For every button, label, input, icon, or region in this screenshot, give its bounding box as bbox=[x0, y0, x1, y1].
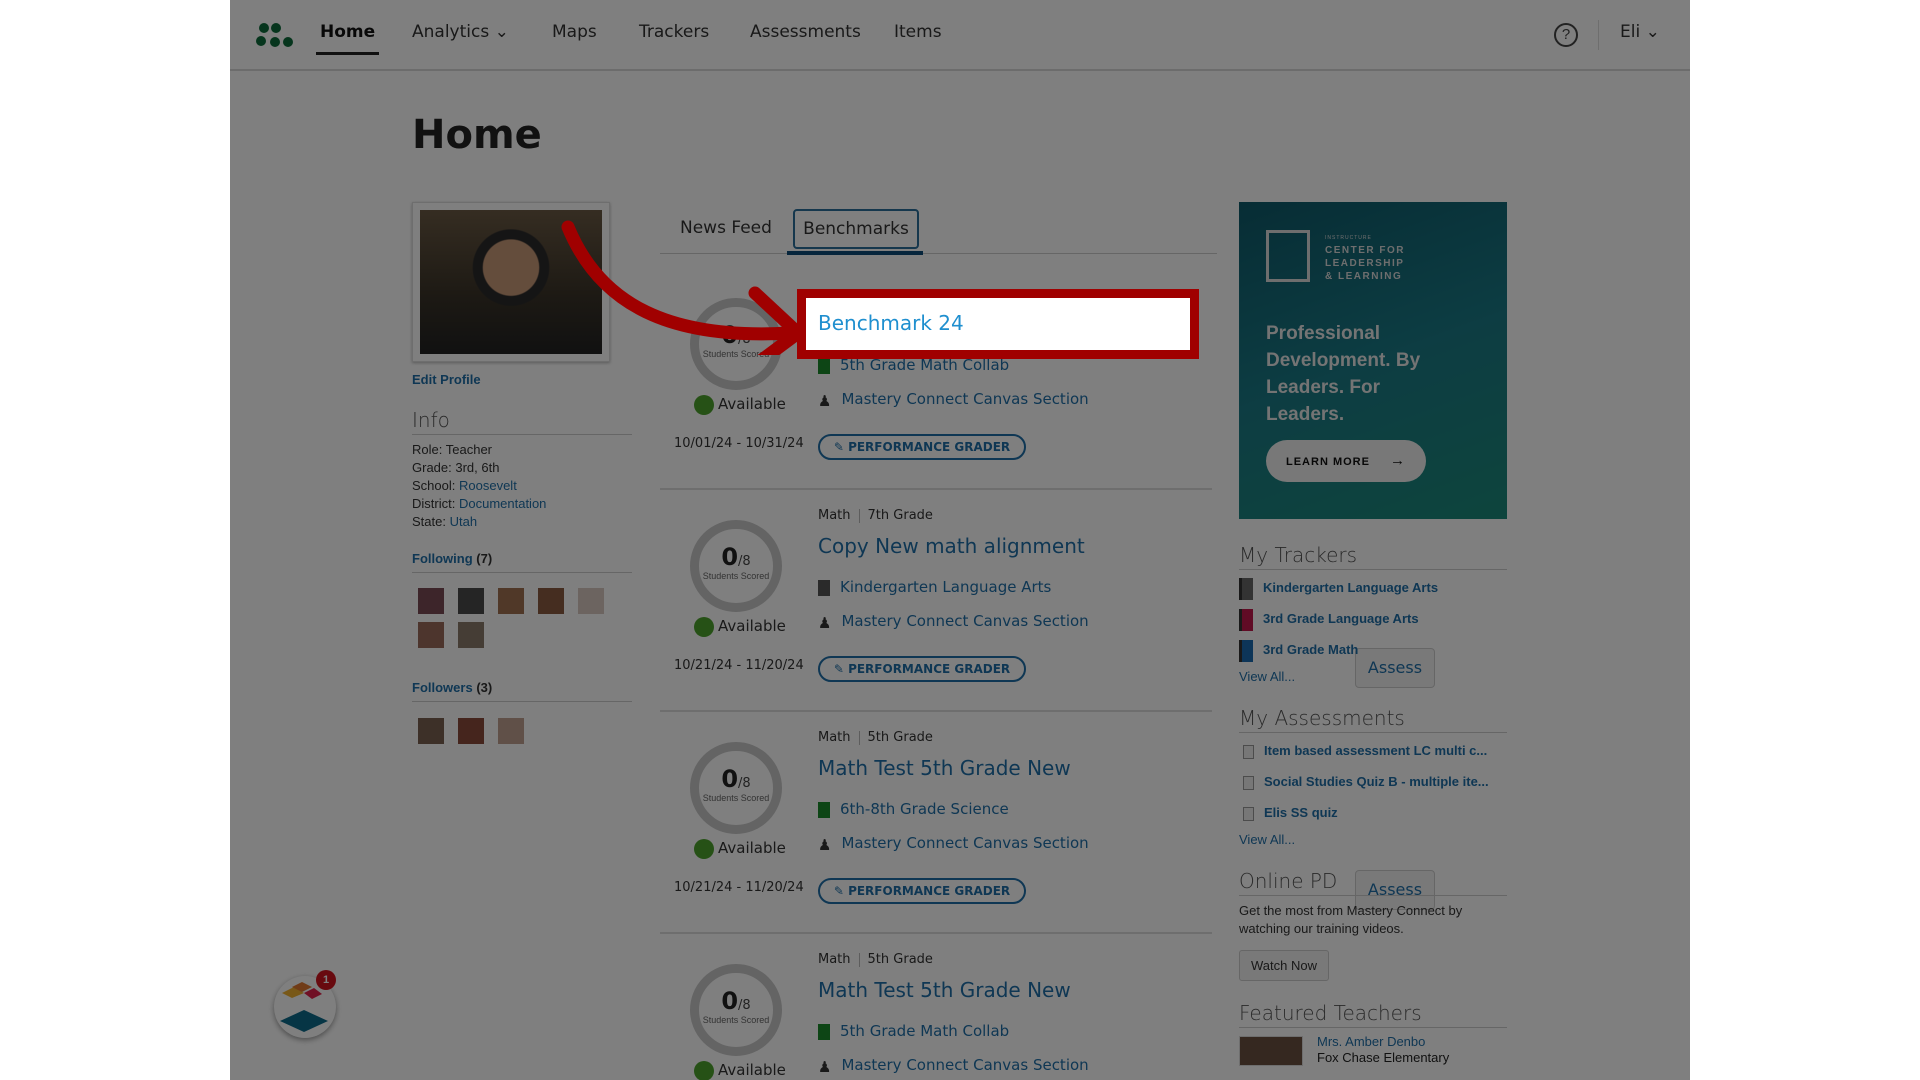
dim-overlay bbox=[230, 0, 1690, 1080]
red-arrow-icon bbox=[561, 220, 805, 355]
highlight-box[interactable]: Benchmark 24 bbox=[797, 289, 1199, 359]
app-frame: Home Analytics ⌄ Maps Trackers Assessmen… bbox=[230, 0, 1690, 1080]
benchmark-24-link[interactable]: Benchmark 24 bbox=[818, 311, 964, 335]
